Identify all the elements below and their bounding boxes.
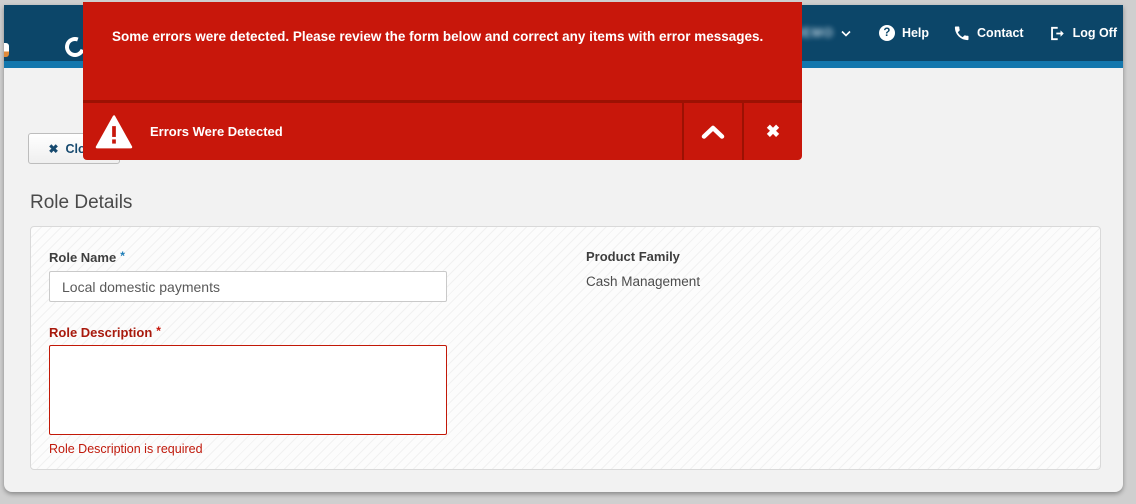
role-description-textarea[interactable]	[49, 345, 447, 435]
required-asterisk: *	[120, 249, 125, 263]
warning-triangle-icon	[95, 114, 133, 149]
role-name-label: Role Name *	[49, 249, 125, 265]
chevron-down-icon	[841, 30, 851, 37]
page-title: Role Details	[30, 192, 133, 213]
help-icon: ?	[878, 25, 895, 41]
close-button-x-icon: ✖	[48, 141, 59, 156]
required-asterisk: *	[156, 324, 161, 338]
error-banner-message: Some errors were detected. Please review…	[112, 29, 764, 44]
chevron-up-icon	[701, 125, 725, 139]
product-family-label: Product Family	[586, 249, 680, 264]
logoff-link[interactable]: Log Off	[1048, 25, 1117, 42]
help-link[interactable]: ? Help	[878, 25, 930, 41]
role-description-label: Role Description *	[49, 324, 161, 340]
screen: 6 DEMO ? Help	[0, 0, 1136, 504]
role-details-panel: Role Name* Product Family Cash Managemen…	[30, 226, 1101, 470]
error-toast: Errors Were Detected ✖	[83, 100, 802, 160]
help-label: Help	[901, 26, 930, 40]
close-toast-x-icon: ✖	[765, 122, 781, 141]
role-name-label-text: Role Name	[49, 250, 117, 265]
role-description-label-text: Role Description	[49, 325, 153, 340]
dismiss-toast-button[interactable]: ✖	[742, 103, 802, 160]
role-description-error-message: Role Description is required	[49, 442, 203, 456]
brand-logo-fragment	[4, 43, 9, 57]
error-banner: Some errors were detected. Please review…	[83, 2, 802, 100]
contact-label: Contact	[977, 26, 1024, 40]
contact-link[interactable]: Contact	[953, 25, 1024, 42]
product-family-value: Cash Management	[586, 274, 701, 289]
phone-icon	[954, 25, 969, 40]
error-toast-title: Errors Were Detected	[150, 124, 283, 139]
role-name-input[interactable]	[49, 271, 447, 302]
logoff-icon	[1050, 26, 1064, 40]
collapse-toast-button[interactable]	[682, 103, 742, 160]
logoff-label: Log Off	[1072, 26, 1117, 40]
